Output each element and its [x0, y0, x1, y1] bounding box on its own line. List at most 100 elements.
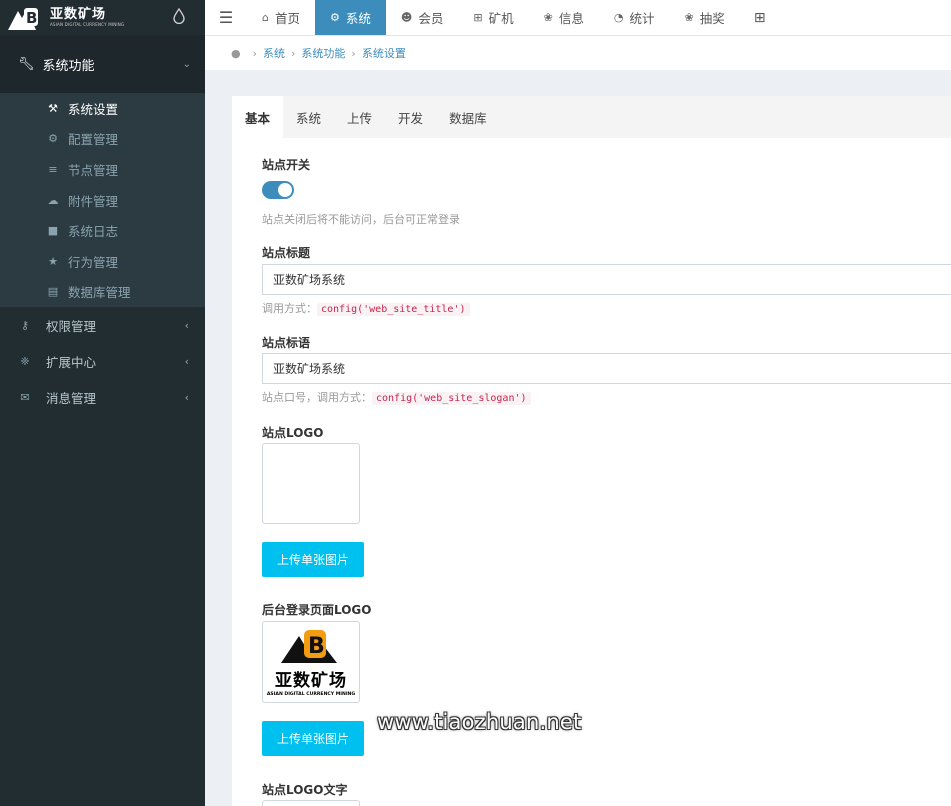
nav-tab-miners[interactable]: ⊞ 矿机 [458, 0, 528, 35]
sidebar-item-nodes[interactable]: ≡ 节点管理 [0, 154, 205, 185]
site-title-help: 调用方式： config('web_site_title') [262, 300, 470, 316]
upload-site-logo-button[interactable]: 上传单张图片 [262, 542, 364, 577]
nav-tab-stats[interactable]: ◔ 统计 [599, 0, 670, 35]
star-icon: ★ [48, 254, 58, 268]
tab-upload[interactable]: 上传 [334, 96, 385, 138]
cloud-icon: ☁ [47, 193, 59, 207]
site-switch-label: 站点开关 [262, 158, 311, 172]
sidebar-item-config[interactable]: ⚙ 配置管理 [0, 124, 205, 155]
wrench-icon: 🔧︎ [18, 56, 35, 72]
logo-text-label: 站点LOGO文字 [262, 783, 348, 797]
site-title-label: 站点标题 [262, 246, 311, 260]
login-logo-preview[interactable]: B 亚数矿场 ASIAN DIGITAL CURRENCY MINING [262, 621, 360, 703]
svg-text:B: B [308, 634, 325, 659]
sidebar-item-label: 消息管理 [46, 390, 97, 406]
drop-icon[interactable] [173, 8, 185, 24]
breadcrumb-separator: › [291, 46, 296, 60]
site-title-input[interactable]: 亚数矿场系统 [262, 264, 951, 295]
windows-icon: ⊞ [473, 11, 483, 24]
user-icon: ☻ [400, 11, 413, 24]
nav-tab-home[interactable]: ⌂ 首页 [247, 0, 315, 35]
site-logo-preview[interactable] [262, 443, 360, 524]
sidebar: B 亚数矿场 ASIAN DIGITAL CURRENCY MINING 🔧︎ … [0, 0, 205, 806]
nav-tab-system[interactable]: ⚙ 系统 [315, 0, 386, 35]
login-logo-title: 亚数矿场 [275, 670, 347, 691]
sidebar-item-label: 配置管理 [68, 132, 119, 148]
breadcrumb-separator: › [351, 46, 356, 60]
book-icon: ■ [47, 224, 59, 238]
nav-tab-label: 系统 [345, 11, 371, 26]
nav-tab-lottery[interactable]: ❀ 抽奖 [669, 0, 739, 35]
logo-text-input[interactable] [262, 800, 360, 806]
breadcrumb-separator: › [252, 46, 258, 60]
sidebar-group-label: 系统功能 [42, 58, 95, 74]
sidebar-item-attachments[interactable]: ☁ 附件管理 [0, 185, 205, 216]
sidebar-item-actions[interactable]: ★ 行为管理 [0, 246, 205, 277]
home-icon: ⌂ [262, 11, 269, 24]
sidebar-item-label: 行为管理 [68, 254, 119, 270]
sidebar-item-extensions[interactable]: ❈ 扩展中心 ‹ [0, 343, 205, 379]
brand[interactable]: B 亚数矿场 ASIAN DIGITAL CURRENCY MINING [0, 0, 205, 35]
cubes-icon: ❈ [20, 354, 30, 368]
site-switch-toggle[interactable] [262, 181, 294, 199]
wrench-icon: ⚒ [48, 101, 58, 115]
tab-system[interactable]: 系统 [283, 96, 334, 138]
sidebar-item-logs[interactable]: ■ 系统日志 [0, 215, 205, 246]
sidebar-item-permissions[interactable]: ⚷ 权限管理 ‹ [0, 307, 205, 343]
tab-develop[interactable]: 开发 [385, 96, 436, 138]
sidebar-group-system[interactable]: 🔧︎ 系统功能 ⌄ [0, 35, 205, 93]
chevron-down-icon: ⌄ [182, 59, 191, 70]
sidebar-submenu: ⚒ 系统设置 ⚙ 配置管理 ≡ 节点管理 ☁ 附件管理 ■ 系统日志 ★ 行为管… [0, 93, 205, 308]
sidebar-item-messages[interactable]: ✉ 消息管理 ‹ [0, 379, 205, 415]
cogs-icon: ⚙ [48, 132, 58, 146]
watermark-text: www.tiaozhuan.net [377, 710, 582, 734]
breadcrumb-link[interactable]: 系统设置 [362, 45, 406, 61]
svg-text:B: B [26, 9, 37, 27]
sidebar-item-label: 系统日志 [68, 224, 119, 240]
sidebar-item-label: 权限管理 [46, 318, 97, 334]
brand-title: 亚数矿场 [50, 7, 107, 22]
apps-grid-icon[interactable]: ⊞ [740, 0, 780, 35]
comments-icon: ✉ [20, 390, 30, 404]
nav-tab-label: 会员 [418, 11, 444, 26]
brand-logo-icon: B [281, 629, 337, 663]
sidebar-item-database[interactable]: ▤ 数据库管理 [0, 277, 205, 308]
sidebar-item-label: 数据库管理 [68, 285, 131, 301]
brand-subtitle: ASIAN DIGITAL CURRENCY MINING [50, 22, 125, 27]
sidebar-item-label: 附件管理 [68, 193, 119, 209]
nav-tab-label: 信息 [558, 11, 584, 26]
content-tabs: 基本 系统 上传 开发 数据库 [232, 96, 951, 138]
settings-panel: 基本 系统 上传 开发 数据库 站点开关 站点关闭后将不能访问，后台可正常登录 … [232, 96, 951, 806]
nav-tab-label: 统计 [629, 11, 655, 26]
site-slogan-input[interactable]: 亚数矿场系统 [262, 353, 951, 384]
sidebar-item-system-settings[interactable]: ⚒ 系统设置 [0, 93, 205, 124]
nav-tab-members[interactable]: ☻ 会员 [386, 0, 458, 35]
nav-tab-label: 首页 [274, 11, 300, 26]
sidebar-item-label: 节点管理 [68, 162, 119, 178]
chevron-left-icon: ‹ [184, 318, 189, 332]
map-marker-icon: ● [231, 46, 241, 60]
breadcrumb: ● › 系统 › 系统功能 › 系统设置 [205, 35, 951, 70]
breadcrumb-link[interactable]: 系统功能 [301, 45, 345, 61]
yelp-icon: ❀ [543, 11, 553, 24]
tab-database[interactable]: 数据库 [436, 96, 500, 138]
upload-login-logo-button[interactable]: 上传单张图片 [262, 721, 364, 756]
sidebar-item-label: 系统设置 [68, 101, 119, 117]
key-icon: ⚷ [20, 318, 30, 332]
code-snippet: config('web_site_slogan') [372, 392, 531, 405]
code-snippet: config('web_site_title') [317, 303, 470, 316]
list-icon: ≡ [48, 162, 58, 176]
brand-logo-icon: B [8, 7, 38, 30]
chevron-left-icon: ‹ [184, 390, 189, 404]
login-logo-subtitle: ASIAN DIGITAL CURRENCY MINING [266, 691, 356, 697]
gift-icon: ❀ [684, 11, 694, 24]
chevron-left-icon: ‹ [184, 354, 189, 368]
menu-toggle-icon[interactable]: ☰ [205, 0, 247, 35]
breadcrumb-link[interactable]: 系统 [263, 45, 285, 61]
nav-tab-label: 矿机 [488, 11, 514, 26]
tab-basic[interactable]: 基本 [232, 96, 284, 138]
nav-tab-info[interactable]: ❀ 信息 [529, 0, 599, 35]
pie-chart-icon: ◔ [613, 11, 624, 24]
gear-icon: ⚙ [330, 11, 340, 24]
site-slogan-label: 站点标语 [262, 336, 311, 350]
